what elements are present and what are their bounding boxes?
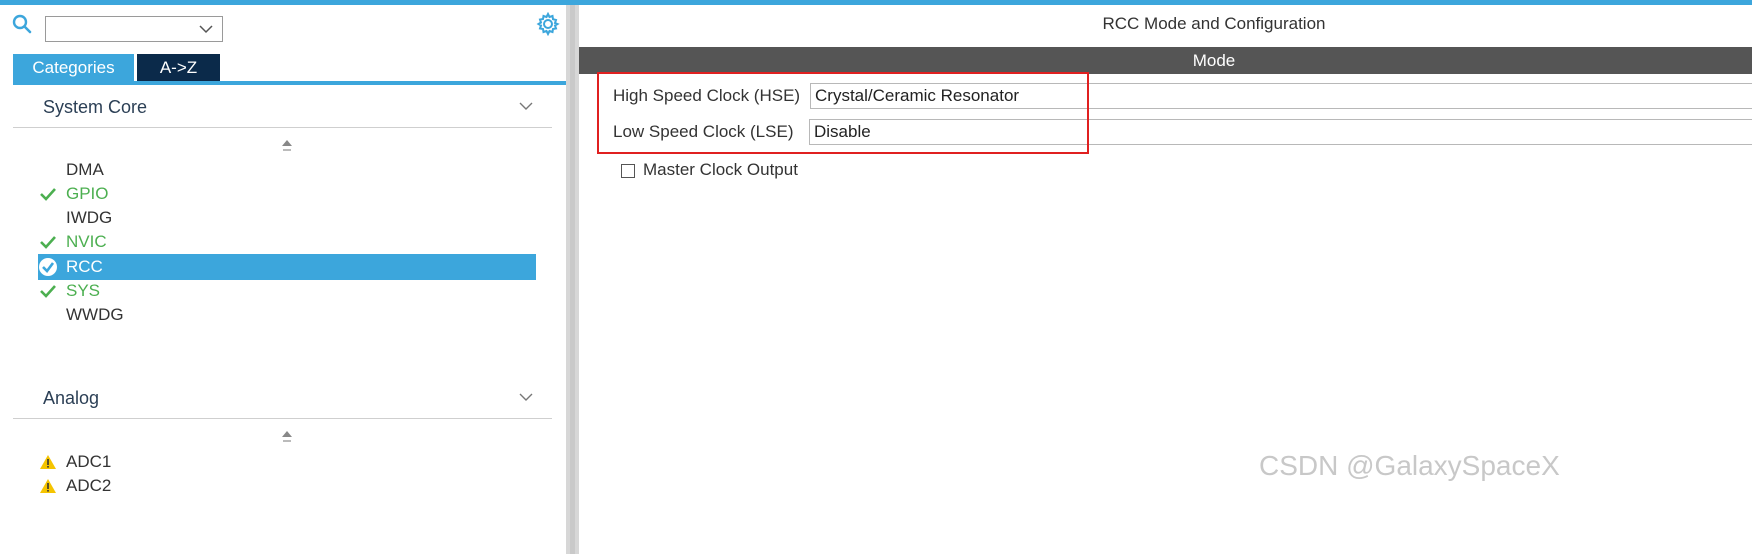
- mode-header-label: Mode: [1192, 51, 1236, 70]
- check-icon: [40, 285, 56, 298]
- mode-header: Mode: [579, 47, 1752, 74]
- selection-highlight: [38, 254, 536, 280]
- check-icon: [40, 236, 56, 249]
- categories-panel: Categories A->Z System Core DMA GPIO IWD…: [0, 5, 566, 554]
- panel-title: RCC Mode and Configuration: [1102, 14, 1326, 33]
- chevron-down-icon[interactable]: [518, 390, 534, 404]
- search-combobox[interactable]: [45, 16, 223, 42]
- tab-a-z[interactable]: A->Z: [137, 54, 220, 81]
- list-item-label: RCC: [66, 257, 103, 276]
- sort-icon[interactable]: [281, 430, 293, 446]
- list-item-adc1[interactable]: ADC1: [40, 450, 112, 474]
- list-item-label: ADC2: [66, 476, 112, 495]
- list-item-label: ADC1: [66, 452, 112, 471]
- list-item-adc2[interactable]: ADC2: [40, 474, 112, 498]
- section-system-core: System Core: [13, 87, 566, 151]
- list-item-iwdg[interactable]: IWDG: [66, 206, 112, 230]
- warning-icon: [40, 479, 56, 493]
- section-header-system-core[interactable]: System Core: [13, 87, 552, 128]
- chevron-down-icon[interactable]: [198, 22, 214, 36]
- master-clock-output-checkbox[interactable]: [621, 164, 635, 178]
- splitter-grip: [570, 5, 575, 554]
- list-item-sys[interactable]: SYS: [40, 279, 101, 303]
- check-icon: [40, 188, 56, 201]
- gear-icon[interactable]: [536, 12, 560, 36]
- section-title: System Core: [43, 97, 148, 117]
- annotation-highlight-box: [597, 72, 1089, 154]
- tab-categories[interactable]: Categories: [13, 54, 134, 81]
- watermark: CSDN @GalaxySpaceX: [1259, 450, 1560, 481]
- list-item-rcc[interactable]: RCC: [39, 255, 103, 279]
- chevron-down-icon[interactable]: [518, 99, 534, 113]
- list-item-label: GPIO: [66, 184, 109, 203]
- master-clock-output-label: Master Clock Output: [643, 160, 798, 179]
- section-header-analog[interactable]: Analog: [13, 378, 552, 419]
- configuration-panel: RCC Mode and Configuration Mode High Spe…: [579, 5, 1752, 554]
- section-analog: Analog: [13, 378, 566, 442]
- list-item-dma[interactable]: DMA: [66, 158, 104, 182]
- search-icon[interactable]: [12, 14, 32, 34]
- warning-icon: [40, 455, 56, 469]
- search-row: [0, 12, 566, 42]
- list-item-nvic[interactable]: NVIC: [40, 230, 107, 254]
- sort-icon[interactable]: [281, 139, 293, 155]
- check-circle-icon: [39, 258, 57, 276]
- list-item-gpio[interactable]: GPIO: [40, 182, 109, 206]
- tab-underline: [13, 81, 566, 85]
- panel-splitter[interactable]: [566, 5, 579, 554]
- list-item-label: SYS: [66, 281, 101, 300]
- section-title: Analog: [43, 388, 100, 408]
- list-item-label: NVIC: [66, 232, 107, 251]
- list-item-wwdg[interactable]: WWDG: [66, 303, 124, 327]
